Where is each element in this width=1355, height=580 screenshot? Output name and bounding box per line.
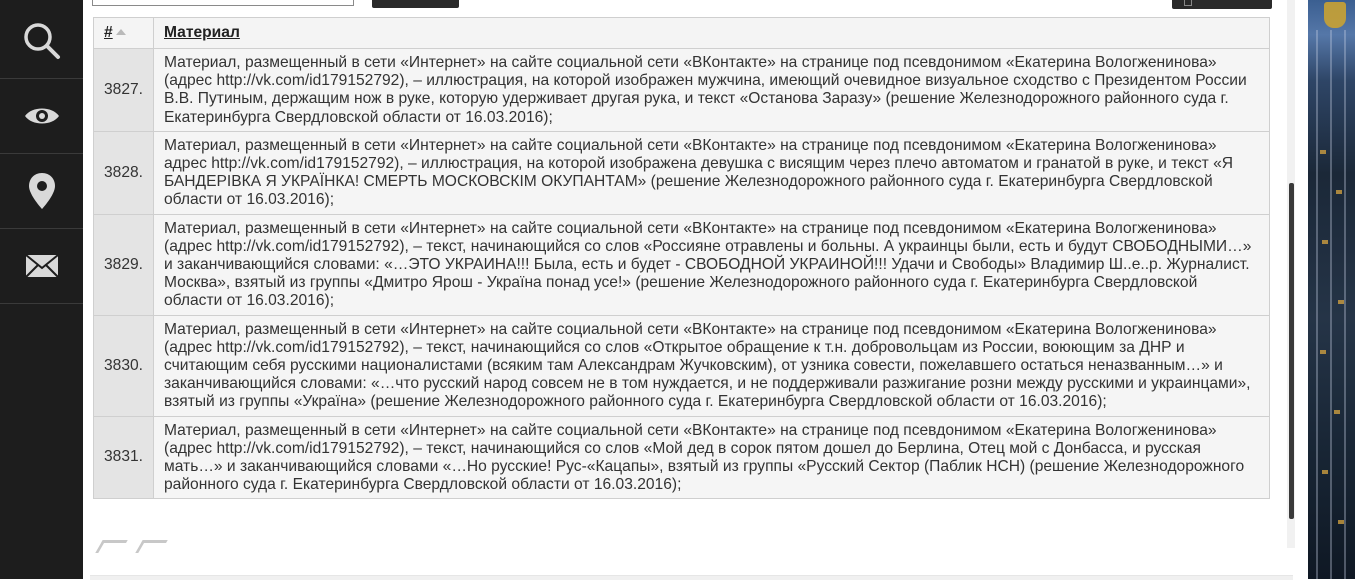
calendar-icon bbox=[1184, 0, 1192, 6]
window-light bbox=[1338, 300, 1344, 304]
window-light bbox=[1338, 520, 1344, 524]
table-row: 3831. Материал, размещенный в сети «Инте… bbox=[93, 415, 1270, 500]
search-button[interactable] bbox=[0, 4, 83, 79]
building-column bbox=[1330, 30, 1332, 579]
background-photo bbox=[1308, 0, 1355, 579]
row-number: 3831. bbox=[93, 415, 154, 500]
envelope-icon bbox=[24, 254, 59, 278]
materials-table: # Материал 3827. Материал, размещенный в… bbox=[93, 17, 1270, 500]
scrollbar-thumb[interactable] bbox=[1289, 183, 1294, 519]
window-light bbox=[1320, 350, 1326, 354]
sort-asc-icon bbox=[115, 28, 126, 35]
window-light bbox=[1334, 410, 1340, 414]
building-column bbox=[1316, 30, 1318, 579]
building-column bbox=[1344, 30, 1346, 579]
material-text: Материал, размещенный в сети «Интернет» … bbox=[153, 48, 1270, 132]
row-number: 3828. bbox=[93, 130, 154, 215]
row-number: 3827. bbox=[93, 48, 154, 132]
window-light bbox=[1322, 470, 1328, 474]
search-input[interactable] bbox=[92, 0, 354, 6]
row-number: 3830. bbox=[93, 314, 154, 417]
table-row: 3827. Материал, размещенный в сети «Инте… bbox=[93, 48, 1270, 132]
emblem-image bbox=[1324, 2, 1346, 28]
export-button[interactable] bbox=[1172, 0, 1272, 9]
material-text: Материал, размещенный в сети «Интернет» … bbox=[153, 213, 1270, 316]
material-text: Материал, размещенный в сети «Интернет» … bbox=[153, 314, 1270, 417]
table-row: 3829. Материал, размещенный в сети «Инте… bbox=[93, 213, 1270, 316]
location-button[interactable] bbox=[0, 154, 83, 229]
column-header-material[interactable]: Материал bbox=[153, 17, 1270, 49]
partial-heading-glyph bbox=[135, 540, 168, 553]
sort-by-material-link[interactable]: Материал bbox=[164, 24, 240, 41]
map-pin-icon bbox=[28, 172, 56, 210]
row-number: 3829. bbox=[93, 213, 154, 316]
main-content: # Материал 3827. Материал, размещенный в… bbox=[83, 0, 1293, 580]
sort-by-number-link[interactable]: # bbox=[104, 24, 113, 41]
search-icon bbox=[23, 22, 61, 60]
search-submit-button[interactable] bbox=[372, 0, 459, 8]
partial-heading-glyph bbox=[95, 540, 128, 553]
window-light bbox=[1322, 240, 1328, 244]
material-text: Материал, размещенный в сети «Интернет» … bbox=[153, 130, 1270, 215]
view-button[interactable] bbox=[0, 79, 83, 154]
window-light bbox=[1336, 190, 1342, 194]
eye-icon bbox=[24, 105, 60, 127]
footer-edge bbox=[90, 575, 1293, 580]
material-text: Материал, размещенный в сети «Интернет» … bbox=[153, 415, 1270, 500]
column-header-number[interactable]: # bbox=[93, 17, 154, 49]
table-row: 3828. Материал, размещенный в сети «Инте… bbox=[93, 130, 1270, 215]
sidebar bbox=[0, 0, 83, 579]
table-header-row: # Материал bbox=[93, 17, 1270, 49]
window-light bbox=[1320, 150, 1326, 154]
mail-button[interactable] bbox=[0, 229, 83, 304]
table-row: 3830. Материал, размещенный в сети «Инте… bbox=[93, 314, 1270, 417]
